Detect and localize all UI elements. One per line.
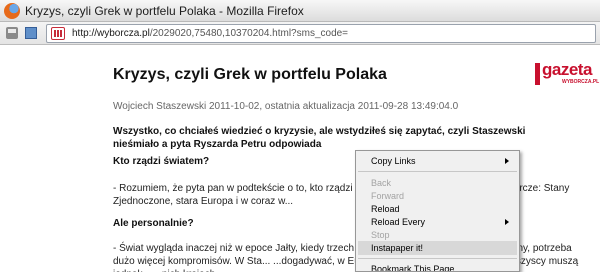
submenu-arrow-icon bbox=[505, 219, 509, 225]
gazeta-logo[interactable]: gazeta WYBORCZA.PL bbox=[535, 60, 600, 88]
site-favicon-icon bbox=[51, 27, 65, 40]
menu-item-bookmark-page[interactable]: Bookmark This Page bbox=[358, 262, 517, 272]
submenu-arrow-icon bbox=[505, 158, 509, 164]
menu-separator bbox=[358, 171, 517, 172]
logo-subtext: WYBORCZA.PL bbox=[562, 79, 600, 85]
menu-item-forward: Forward bbox=[358, 189, 517, 203]
menu-item-label: Reload bbox=[371, 204, 400, 214]
menu-item-stop: Stop bbox=[358, 228, 517, 242]
logo-word: gazeta bbox=[542, 60, 592, 79]
menu-item-reload-every[interactable]: Reload Every bbox=[358, 215, 517, 229]
context-menu: Copy Links Back Forward Reload Reload Ev… bbox=[355, 150, 520, 272]
page-info-icon[interactable] bbox=[25, 27, 37, 39]
menu-item-copy-links[interactable]: Copy Links bbox=[358, 154, 517, 168]
menu-item-label: Bookmark This Page bbox=[371, 264, 455, 272]
title-bar: Kryzys, czyli Grek w portfelu Polaka - M… bbox=[0, 0, 600, 22]
url-bar[interactable]: http://wyborcza.pl/2029020,75480,1037020… bbox=[46, 24, 596, 43]
article-title: Kryzys, czyli Grek w portfelu Polaka bbox=[113, 66, 387, 83]
navigation-toolbar: http://wyborcza.pl/2029020,75480,1037020… bbox=[0, 22, 600, 45]
window-title: Kryzys, czyli Grek w portfelu Polaka - M… bbox=[25, 4, 304, 18]
url-host: http://wyborcza.pl bbox=[72, 28, 150, 39]
question-heading: Kto rządzi światem? bbox=[113, 156, 210, 167]
menu-item-label: Forward bbox=[371, 191, 405, 201]
menu-item-label: Stop bbox=[371, 230, 390, 240]
menu-item-label: Copy Links bbox=[371, 156, 416, 166]
menu-item-label: Back bbox=[371, 178, 392, 188]
menu-item-back: Back bbox=[358, 176, 517, 190]
article-paragraph: - Świat wygląda inaczej niż w epoce Jałt… bbox=[113, 243, 579, 272]
menu-item-reload[interactable]: Reload bbox=[358, 202, 517, 216]
menu-item-instapaper[interactable]: Instapaper it! bbox=[358, 241, 517, 255]
article-paragraph: - Rozumiem, że pyta pan w podtekście o t… bbox=[113, 183, 570, 207]
menu-separator bbox=[358, 258, 517, 259]
menu-item-label: Instapaper it! bbox=[371, 243, 424, 253]
page-content: Kryzys, czyli Grek w portfelu Polaka gaz… bbox=[0, 46, 600, 272]
url-path: /2029020,75480,10370204.html?sms_code= bbox=[149, 28, 349, 39]
article-byline: Wojciech Staszewski 2011-10-02, ostatnia… bbox=[113, 101, 459, 112]
logo-bar bbox=[535, 63, 540, 85]
firefox-logo-icon bbox=[4, 3, 20, 19]
print-icon[interactable] bbox=[6, 27, 18, 39]
url-text[interactable]: http://wyborcza.pl/2029020,75480,1037020… bbox=[72, 28, 348, 39]
menu-item-label: Reload Every bbox=[371, 217, 426, 227]
article-lead: Wszystko, co chciałeś wiedzieć o kryzysi… bbox=[113, 126, 526, 150]
question-heading: Ale personalnie? bbox=[113, 218, 194, 229]
